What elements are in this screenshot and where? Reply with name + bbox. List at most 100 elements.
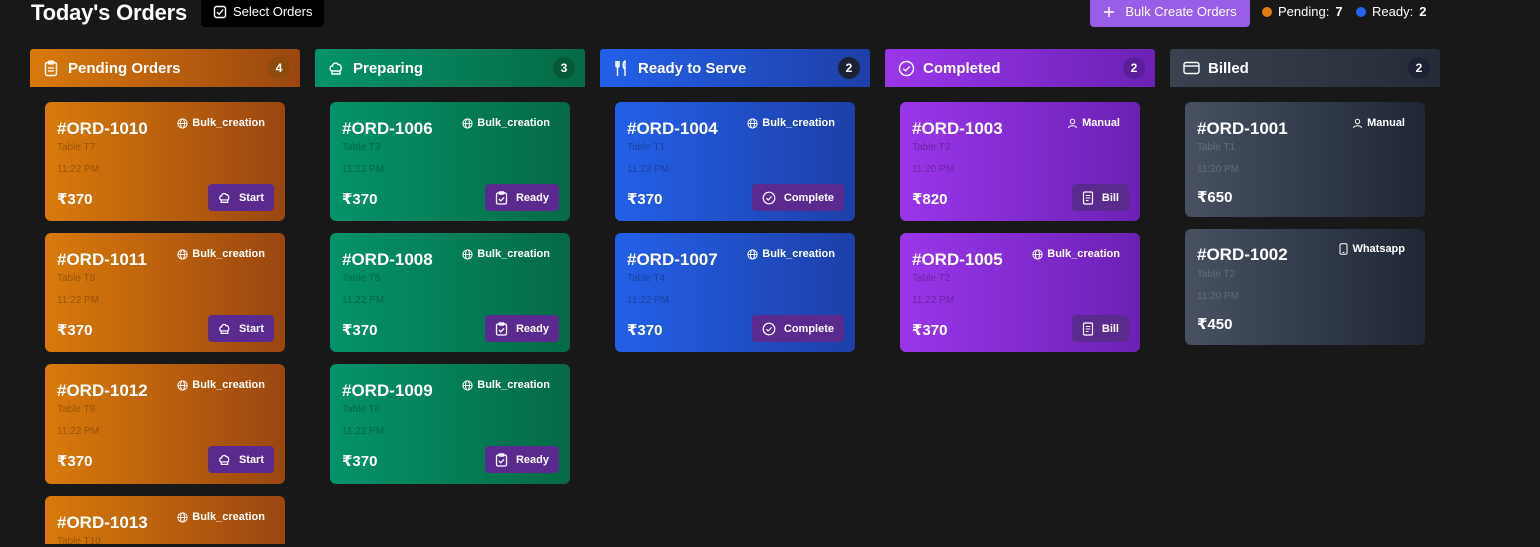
order-amount: ₹370 [342, 322, 378, 339]
table-label: Table T10 [57, 536, 101, 547]
order-card[interactable]: #ORD-1005 Bulk_creation Table T2 11:22 P… [900, 233, 1140, 352]
column-count: 3 [553, 57, 575, 79]
column-title: Billed [1208, 59, 1249, 77]
phone-icon [1339, 243, 1348, 255]
start-button[interactable]: Start [207, 446, 274, 473]
chef-hat-icon [327, 59, 345, 77]
bulk-create-button[interactable]: Bulk Create Orders [1090, 0, 1250, 27]
bill-button[interactable]: Bill [1071, 315, 1129, 342]
order-card[interactable]: #ORD-1010 Bulk_creation Table T7 11:22 P… [45, 102, 285, 221]
user-icon [1067, 118, 1078, 129]
source-label: Bulk_creation [762, 117, 835, 129]
start-button[interactable]: Start [207, 184, 274, 211]
source-label: Bulk_creation [1047, 248, 1120, 260]
order-source: Bulk_creation [177, 248, 265, 260]
order-id: #ORD-1009 [342, 381, 433, 400]
order-card[interactable]: #ORD-1009 Bulk_creation Table T6 11:22 P… [330, 364, 570, 484]
ready-button[interactable]: Ready [484, 315, 559, 342]
order-amount: ₹370 [627, 322, 663, 339]
table-label: Table T5 [342, 273, 381, 284]
ready-button[interactable]: Ready [484, 446, 559, 473]
start-button[interactable]: Start [207, 315, 274, 342]
complete-button[interactable]: Complete [751, 315, 844, 342]
order-time: 11:22 PM [342, 426, 385, 437]
order-card[interactable]: #ORD-1012 Bulk_creation Table T9 11:22 P… [45, 364, 285, 484]
order-card[interactable]: #ORD-1006 Bulk_creation Table T3 11:22 P… [330, 102, 570, 221]
order-id: #ORD-1002 [1197, 245, 1288, 264]
table-label: Table T6 [342, 404, 381, 415]
order-id: #ORD-1011 [57, 250, 147, 269]
globe-icon [1032, 248, 1043, 260]
order-time: 11:22 PM [627, 295, 670, 306]
order-card[interactable]: #ORD-1003 Manual Table T3 11:20 PM ₹820 … [900, 102, 1140, 221]
header: Today's Orders Select Orders Bulk Create… [0, 0, 1540, 40]
clipboard-check-icon [495, 452, 508, 467]
order-id: #ORD-1006 [342, 119, 433, 138]
order-card[interactable]: #ORD-1002 Whatsapp Table T2 11:20 PM ₹45… [1185, 229, 1425, 345]
order-source: Whatsapp [1339, 243, 1405, 255]
order-source: Bulk_creation [177, 379, 265, 391]
column-completed: Completed 2 [885, 49, 1155, 87]
action-label: Ready [515, 191, 549, 204]
plus-icon [1103, 6, 1115, 18]
ready-label: Ready: [1372, 4, 1414, 19]
order-amount: ₹820 [912, 191, 948, 208]
column-title: Preparing [353, 59, 424, 77]
action-label: Complete [783, 322, 834, 335]
complete-button[interactable]: Complete [751, 184, 844, 211]
table-label: Table T8 [57, 273, 96, 284]
order-time: 11:22 PM [627, 164, 670, 175]
column-header-preparing: Preparing 3 [315, 49, 585, 87]
source-label: Bulk_creation [477, 248, 550, 260]
column-count: 2 [1408, 57, 1430, 79]
globe-icon [747, 117, 758, 129]
table-label: Table T2 [1197, 269, 1236, 280]
action-label: Start [238, 453, 264, 466]
source-label: Bulk_creation [192, 248, 265, 260]
order-amount: ₹370 [57, 191, 93, 208]
order-id: #ORD-1012 [57, 381, 148, 400]
order-card[interactable]: #ORD-1007 Bulk_creation Table T4 11:22 P… [615, 233, 855, 352]
table-label: Table T7 [57, 142, 96, 153]
order-id: #ORD-1008 [342, 250, 433, 269]
table-label: Table T1 [1197, 142, 1236, 153]
column-preparing: Preparing 3 [315, 49, 585, 87]
order-source: Bulk_creation [462, 248, 550, 260]
order-id: #ORD-1007 [627, 250, 718, 269]
order-time: 11:20 PM [1197, 291, 1240, 302]
select-orders-button[interactable]: Select Orders [201, 0, 325, 27]
order-amount: ₹370 [912, 322, 948, 339]
order-source: Bulk_creation [462, 379, 550, 391]
order-time: 11:20 PM [912, 164, 955, 175]
order-id: #ORD-1013 [57, 513, 148, 532]
column-title: Completed [923, 59, 1001, 77]
order-card[interactable]: #ORD-1013 Bulk_creation Table T10 [45, 496, 285, 547]
order-card[interactable]: #ORD-1008 Bulk_creation Table T5 11:22 P… [330, 233, 570, 352]
globe-icon [747, 248, 758, 260]
chef-hat-icon [218, 322, 231, 335]
action-label: Complete [783, 191, 834, 204]
order-card[interactable]: #ORD-1004 Bulk_creation Table T1 11:22 P… [615, 102, 855, 221]
bill-button[interactable]: Bill [1071, 184, 1129, 211]
column-count: 2 [1123, 57, 1145, 79]
order-time: 11:22 PM [342, 295, 385, 306]
ready-value: 2 [1419, 4, 1427, 19]
table-label: Table T2 [912, 273, 951, 284]
page-title: Today's Orders [31, 0, 188, 25]
table-label: Table T4 [627, 273, 666, 284]
order-card[interactable]: #ORD-1011 Bulk_creation Table T8 11:22 P… [45, 233, 285, 352]
action-label: Start [238, 191, 264, 204]
source-label: Bulk_creation [192, 511, 265, 523]
globe-icon [462, 379, 473, 391]
globe-icon [177, 511, 188, 523]
column-header-ready: Ready to Serve 2 [600, 49, 870, 87]
bulk-create-label: Bulk Create Orders [1125, 4, 1237, 19]
clipboard-check-icon [495, 190, 508, 205]
column-count: 4 [268, 57, 290, 79]
order-card[interactable]: #ORD-1001 Manual Table T1 11:20 PM ₹650 [1185, 102, 1425, 217]
source-label: Bulk_creation [192, 117, 265, 129]
ready-button[interactable]: Ready [484, 184, 559, 211]
column-header-billed: Billed 2 [1170, 49, 1440, 87]
order-source: Bulk_creation [747, 117, 835, 129]
select-orders-label: Select Orders [233, 4, 313, 19]
